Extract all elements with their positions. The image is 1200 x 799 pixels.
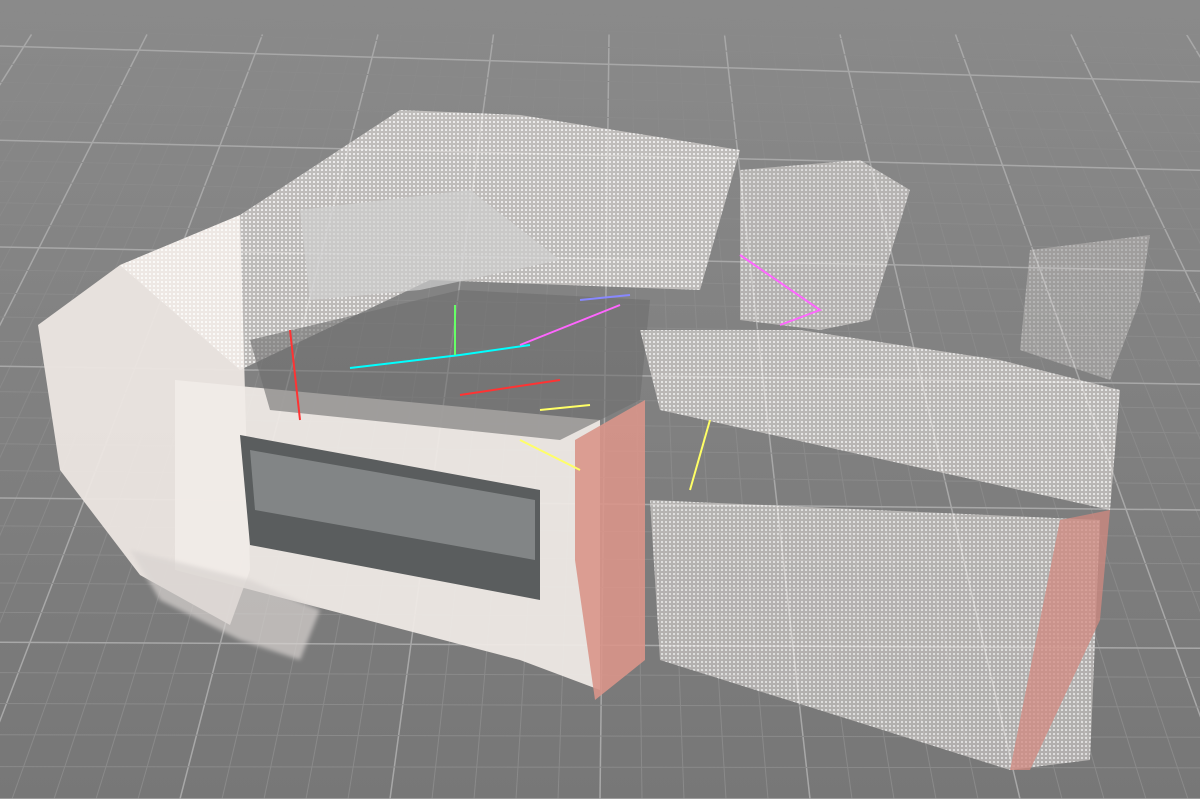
3d-viewport[interactable] xyxy=(0,0,1200,799)
scene xyxy=(0,0,1200,799)
